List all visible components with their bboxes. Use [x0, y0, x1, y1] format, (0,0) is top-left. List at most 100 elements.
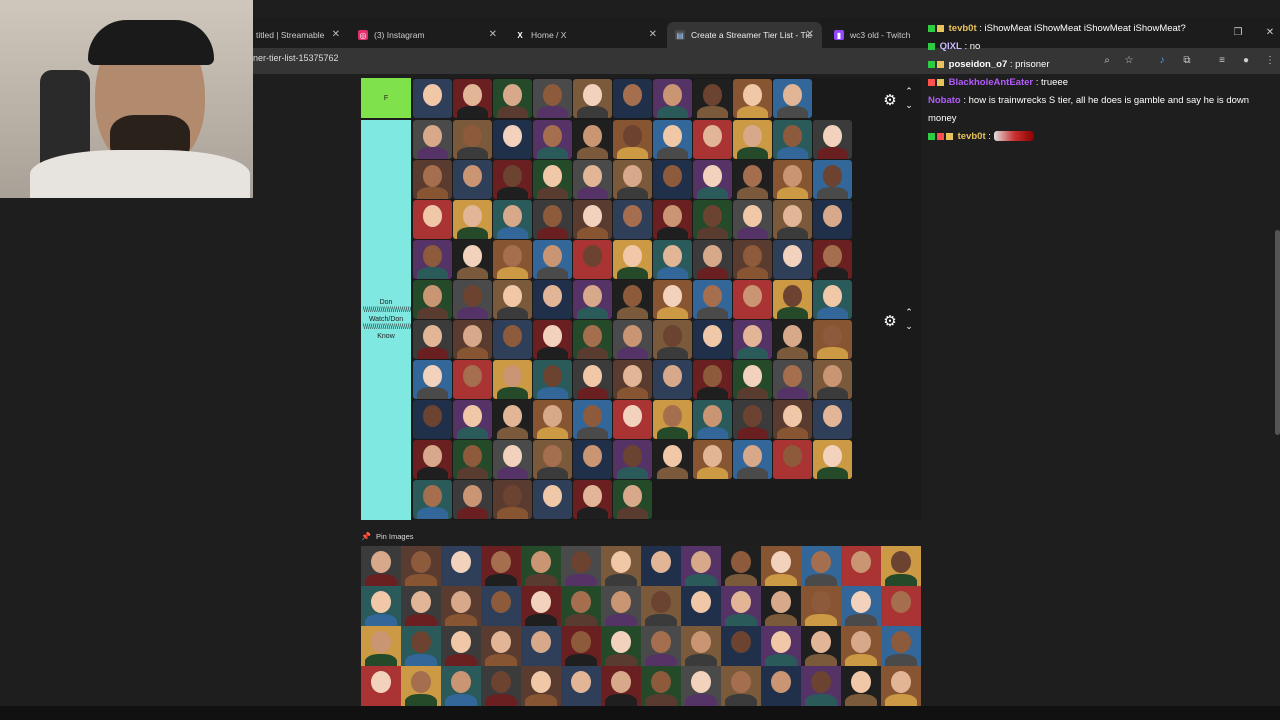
streamer-image[interactable]	[881, 586, 921, 626]
streamer-image[interactable]	[453, 440, 492, 479]
streamer-image[interactable]	[601, 666, 641, 706]
streamer-image[interactable]	[721, 546, 761, 586]
streamer-image[interactable]	[733, 400, 772, 439]
streamer-image[interactable]	[681, 666, 721, 706]
streamer-image[interactable]	[601, 546, 641, 586]
streamer-image[interactable]	[481, 586, 521, 626]
streamer-image[interactable]	[613, 280, 652, 319]
streamer-image[interactable]	[733, 120, 772, 159]
streamer-image[interactable]	[813, 320, 852, 359]
close-tab-icon[interactable]: ✕	[806, 29, 814, 40]
streamer-image[interactable]	[401, 546, 441, 586]
streamer-image[interactable]	[693, 79, 732, 118]
streamer-image[interactable]	[453, 160, 492, 199]
streamer-image[interactable]	[813, 160, 852, 199]
streamer-image[interactable]	[401, 586, 441, 626]
streamer-image[interactable]	[573, 240, 612, 279]
streamer-image[interactable]	[613, 240, 652, 279]
streamer-image[interactable]	[773, 160, 812, 199]
streamer-image[interactable]	[573, 320, 612, 359]
streamer-image[interactable]	[573, 280, 612, 319]
streamer-image[interactable]	[613, 320, 652, 359]
streamer-image[interactable]	[493, 320, 532, 359]
streamer-image[interactable]	[801, 666, 841, 706]
streamer-image[interactable]	[533, 79, 572, 118]
streamer-image[interactable]	[693, 280, 732, 319]
streamer-image[interactable]	[561, 666, 601, 706]
streamer-image[interactable]	[733, 440, 772, 479]
streamer-image[interactable]	[533, 160, 572, 199]
streamer-image[interactable]	[773, 240, 812, 279]
streamer-image[interactable]	[453, 360, 492, 399]
streamer-image[interactable]	[413, 480, 452, 519]
streamer-image[interactable]	[641, 586, 681, 626]
streamer-image[interactable]	[573, 360, 612, 399]
streamer-image[interactable]	[361, 546, 401, 586]
streamer-image[interactable]	[453, 120, 492, 159]
close-tab-icon[interactable]: ✕	[332, 29, 340, 40]
streamer-image[interactable]	[493, 480, 532, 519]
streamer-image[interactable]	[773, 360, 812, 399]
streamer-image[interactable]	[413, 160, 452, 199]
streamer-image[interactable]	[653, 320, 692, 359]
streamer-image[interactable]	[613, 400, 652, 439]
streamer-image[interactable]	[721, 666, 761, 706]
streamer-image[interactable]	[601, 626, 641, 666]
streamer-image[interactable]	[881, 666, 921, 706]
streamer-image[interactable]	[693, 400, 732, 439]
streamer-image[interactable]	[561, 546, 601, 586]
streamer-image[interactable]	[573, 440, 612, 479]
streamer-image[interactable]	[533, 440, 572, 479]
streamer-image[interactable]	[573, 200, 612, 239]
streamer-image[interactable]	[773, 440, 812, 479]
streamer-image[interactable]	[881, 626, 921, 666]
streamer-image[interactable]	[841, 626, 881, 666]
streamer-image[interactable]	[801, 626, 841, 666]
streamer-image[interactable]	[493, 360, 532, 399]
streamer-image[interactable]	[413, 360, 452, 399]
close-tab-icon[interactable]: ✕	[489, 29, 497, 40]
streamer-image[interactable]	[841, 666, 881, 706]
streamer-image[interactable]	[813, 400, 852, 439]
streamer-image[interactable]	[533, 120, 572, 159]
streamer-image[interactable]	[413, 240, 452, 279]
streamer-image[interactable]	[613, 200, 652, 239]
streamer-image[interactable]	[493, 200, 532, 239]
streamer-image[interactable]	[733, 320, 772, 359]
streamer-image[interactable]	[573, 79, 612, 118]
tier-f-settings-gear-icon[interactable]: ⚙	[881, 91, 899, 109]
streamer-image[interactable]	[681, 586, 721, 626]
tab-twitch[interactable]: ▮ wc3 old - Twitch	[826, 22, 926, 48]
streamer-image[interactable]	[761, 586, 801, 626]
tier-f-move-down-icon[interactable]: ⌄	[902, 100, 916, 110]
streamer-image[interactable]	[761, 546, 801, 586]
streamer-image[interactable]	[481, 626, 521, 666]
streamer-image[interactable]	[653, 120, 692, 159]
streamer-image[interactable]	[561, 626, 601, 666]
streamer-image[interactable]	[613, 160, 652, 199]
streamer-image[interactable]	[641, 626, 681, 666]
streamer-image[interactable]	[361, 586, 401, 626]
streamer-image[interactable]	[813, 200, 852, 239]
streamer-image[interactable]	[653, 200, 692, 239]
streamer-image[interactable]	[613, 79, 652, 118]
url-text[interactable]: ner-tier-list-15375762	[253, 53, 339, 63]
streamer-image[interactable]	[613, 360, 652, 399]
tier-f-move-up-icon[interactable]: ⌃	[902, 86, 916, 96]
streamer-image[interactable]	[613, 120, 652, 159]
streamer-image[interactable]	[801, 586, 841, 626]
streamer-image[interactable]	[413, 79, 452, 118]
streamer-image[interactable]	[653, 280, 692, 319]
tier-d-move-up-icon[interactable]: ⌃	[902, 307, 916, 317]
streamer-image[interactable]	[693, 240, 732, 279]
streamer-image[interactable]	[773, 400, 812, 439]
streamer-image[interactable]	[721, 626, 761, 666]
streamer-image[interactable]	[521, 546, 561, 586]
streamer-image[interactable]	[773, 320, 812, 359]
streamer-image[interactable]	[653, 440, 692, 479]
streamer-image[interactable]	[653, 79, 692, 118]
streamer-image[interactable]	[533, 360, 572, 399]
streamer-image[interactable]	[721, 586, 761, 626]
streamer-image[interactable]	[493, 160, 532, 199]
streamer-image[interactable]	[453, 79, 492, 118]
